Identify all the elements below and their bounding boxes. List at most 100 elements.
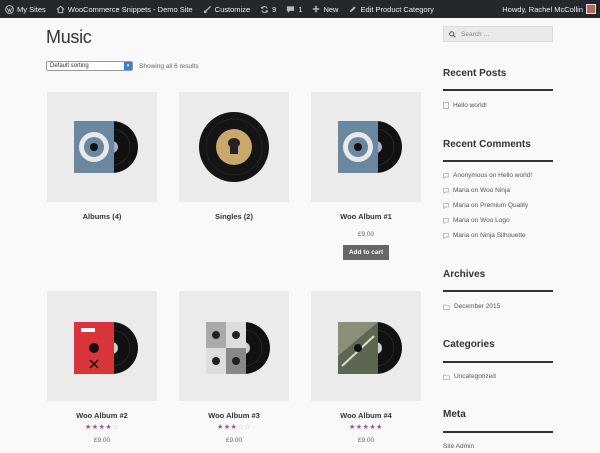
product-name: Singles bbox=[215, 212, 242, 221]
product-name: Woo Album #3 bbox=[208, 411, 260, 420]
product-category-albums[interactable]: Albums (4) bbox=[47, 92, 157, 221]
product-woo-album-3[interactable]: Woo Album #3 ★★★☆☆ £9.00 bbox=[179, 291, 289, 444]
star-icon: ★ bbox=[217, 424, 224, 431]
avatar bbox=[586, 4, 596, 14]
recent-comment-item[interactable]: Maria on Woo Logo bbox=[443, 217, 510, 224]
vinyl-sleeve-red-icon[interactable] bbox=[47, 291, 157, 401]
home-icon bbox=[56, 5, 65, 13]
pencil-icon bbox=[350, 5, 357, 12]
star-icon: ★ bbox=[223, 424, 231, 431]
result-count: Showing all 6 results bbox=[139, 63, 199, 70]
sorting-value: Default sorting bbox=[50, 63, 89, 69]
admin-bar: My Sites WooCommerce Snippets - Demo Sit… bbox=[0, 0, 600, 18]
star-rating: ★★★☆☆ bbox=[179, 424, 289, 432]
vinyl-sleeve-blue-icon[interactable] bbox=[311, 92, 421, 202]
plus-icon bbox=[313, 5, 320, 13]
product-woo-album-2[interactable]: Woo Album #2 ★★★★☆ £9.00 bbox=[47, 291, 157, 444]
product-price: £9.00 bbox=[357, 231, 375, 238]
star-empty-icon: ☆ bbox=[112, 424, 119, 431]
vinyl-sleeve-blue-icon[interactable] bbox=[47, 92, 157, 202]
product-price: £9.00 bbox=[93, 437, 111, 444]
vinyl-sleeve-grey-icon[interactable] bbox=[179, 291, 289, 401]
howdy-label: Howdy, Rachel McCollin bbox=[502, 4, 583, 14]
recent-comment-link[interactable]: Maria on Ninja Silhouette bbox=[453, 232, 526, 239]
add-to-cart-button[interactable]: Add to cart bbox=[342, 245, 390, 260]
comment-bubble-icon bbox=[287, 5, 295, 13]
star-icon: ★ bbox=[85, 424, 92, 431]
recent-comment-link[interactable]: Maria on Woo Logo bbox=[453, 217, 510, 224]
comment-icon bbox=[443, 187, 449, 194]
archive-link[interactable]: December 2015 bbox=[454, 303, 500, 310]
search-input[interactable]: Search … bbox=[443, 26, 553, 42]
my-sites-menu[interactable]: My Sites bbox=[0, 0, 51, 18]
category-item[interactable]: Uncategorized bbox=[443, 373, 496, 380]
page-title: Music bbox=[46, 27, 92, 47]
brush-icon bbox=[203, 5, 211, 13]
product-name: Woo Album #4 bbox=[340, 411, 392, 420]
product-name: Woo Album #1 bbox=[340, 212, 392, 221]
star-rating: ★★★★☆ bbox=[47, 424, 157, 432]
new-content-menu[interactable]: New bbox=[307, 0, 343, 18]
star-icon: ★ bbox=[355, 424, 363, 431]
product-price: £9.00 bbox=[225, 437, 243, 444]
folder-icon bbox=[443, 304, 450, 310]
customize-label: Customize bbox=[214, 4, 251, 14]
updates-link[interactable]: 9 bbox=[255, 0, 281, 18]
product-count: (4) bbox=[112, 212, 122, 221]
customize-link[interactable]: Customize bbox=[198, 0, 255, 18]
categories-title: Categories bbox=[443, 339, 495, 350]
meta-link[interactable]: Site Admin bbox=[443, 443, 474, 450]
search-placeholder: Search … bbox=[461, 30, 490, 38]
archive-item[interactable]: December 2015 bbox=[443, 303, 500, 310]
recent-comment-link[interactable]: Maria on Premium Quality bbox=[453, 202, 528, 209]
widget-divider bbox=[443, 290, 553, 292]
star-rating: ★★★★★ bbox=[311, 424, 421, 432]
new-label: New bbox=[323, 4, 339, 14]
star-icon: ★ bbox=[349, 424, 356, 431]
updates-count: 9 bbox=[272, 4, 277, 14]
wordpress-icon bbox=[5, 4, 14, 14]
recent-comment-link[interactable]: Anonymous on Hello world! bbox=[453, 172, 532, 179]
site-name-menu[interactable]: WooCommerce Snippets - Demo Site bbox=[51, 0, 198, 18]
vinyl-record-gold-icon[interactable] bbox=[179, 92, 289, 202]
search-icon bbox=[449, 30, 456, 38]
updates-icon bbox=[260, 5, 269, 13]
recent-comment-link[interactable]: Maria on Woo Ninja bbox=[453, 187, 510, 194]
my-sites-label: My Sites bbox=[17, 4, 46, 14]
widget-divider bbox=[443, 89, 553, 91]
comment-icon bbox=[443, 217, 449, 224]
comment-icon bbox=[443, 232, 449, 239]
product-name: Albums bbox=[82, 212, 111, 221]
recent-post-item[interactable]: Hello world! bbox=[443, 102, 487, 109]
product-woo-album-1[interactable]: Woo Album #1 £9.00 Add to cart bbox=[311, 92, 421, 260]
category-link[interactable]: Uncategorized bbox=[454, 373, 496, 380]
edit-category-label: Edit Product Category bbox=[360, 4, 434, 14]
edit-category-link[interactable]: Edit Product Category bbox=[343, 0, 438, 18]
comments-count: 1 bbox=[298, 4, 303, 14]
archives-title: Archives bbox=[443, 269, 486, 280]
comment-icon bbox=[443, 172, 449, 179]
star-empty-icon: ☆ bbox=[244, 424, 251, 431]
recent-comment-item[interactable]: Maria on Woo Ninja bbox=[443, 187, 510, 194]
recent-comments-title: Recent Comments bbox=[443, 139, 531, 150]
meta-item[interactable]: Site Admin bbox=[443, 443, 474, 450]
product-count: (2) bbox=[243, 212, 253, 221]
recent-post-link[interactable]: Hello world! bbox=[453, 102, 487, 109]
product-price: £9.00 bbox=[357, 437, 375, 444]
product-woo-album-4[interactable]: Woo Album #4 ★★★★★ £9.00 bbox=[311, 291, 421, 444]
recent-comment-item[interactable]: Anonymous on Hello world! bbox=[443, 172, 532, 179]
vinyl-sleeve-green-icon[interactable] bbox=[311, 291, 421, 401]
product-category-singles[interactable]: Singles (2) bbox=[179, 92, 289, 221]
sorting-select[interactable]: Default sorting ▾ bbox=[46, 61, 133, 71]
document-icon bbox=[443, 102, 449, 109]
comments-link[interactable]: 1 bbox=[281, 0, 307, 18]
recent-comment-item[interactable]: Maria on Ninja Silhouette bbox=[443, 232, 526, 239]
account-menu[interactable]: Howdy, Rachel McCollin bbox=[497, 0, 600, 18]
recent-comment-item[interactable]: Maria on Premium Quality bbox=[443, 202, 528, 209]
widget-divider bbox=[443, 160, 553, 162]
folder-icon bbox=[443, 374, 450, 380]
widget-divider bbox=[443, 431, 553, 433]
star-icon: ★ bbox=[91, 424, 99, 431]
product-name: Woo Album #2 bbox=[76, 411, 128, 420]
widget-divider bbox=[443, 361, 553, 363]
